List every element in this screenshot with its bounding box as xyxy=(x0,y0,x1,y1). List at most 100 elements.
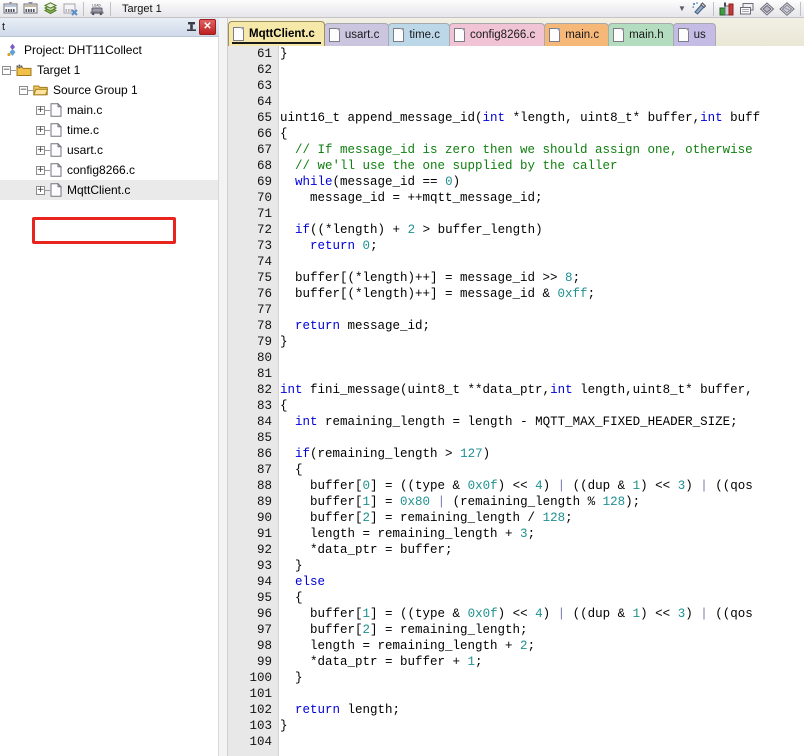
chevron-down-icon[interactable]: ▼ xyxy=(674,1,690,16)
code-line[interactable]: 80 xyxy=(228,350,804,366)
editor-tab-config8266-c[interactable]: config8266.c xyxy=(449,23,546,46)
code-line[interactable]: 74 xyxy=(228,254,804,270)
line-number: 64 xyxy=(228,94,276,110)
code-line-text: buffer[1] = ((type & 0x0f) << 4) | ((dup… xyxy=(280,607,753,621)
code-line[interactable]: 92 *data_ptr = buffer; xyxy=(228,542,804,558)
code-line[interactable]: 83 { xyxy=(228,398,804,414)
tree-item-main-c[interactable]: + main.c xyxy=(0,100,218,120)
code-line[interactable]: 67 // If message_id is zero then we shou… xyxy=(228,142,804,158)
code-line[interactable]: 87 { xyxy=(228,462,804,478)
svg-text:LOAD: LOAD xyxy=(92,3,101,7)
build-icon[interactable] xyxy=(0,0,20,17)
manage-run-time-icon[interactable] xyxy=(757,0,777,17)
tree-item-time-c[interactable]: + time.c xyxy=(0,120,218,140)
code-line-text: int remaining_length = length - MQTT_MAX… xyxy=(295,415,738,429)
code-line[interactable]: 98 length = remaining_length + 2; xyxy=(228,638,804,654)
editor-tab-usart-c[interactable]: usart.c xyxy=(323,23,390,46)
code-line[interactable]: 70 message_id = ++mqtt_message_id; xyxy=(228,190,804,206)
code-line[interactable]: 69 while(message_id == 0) xyxy=(228,174,804,190)
code-line-text: message_id = ++mqtt_message_id; xyxy=(280,191,543,205)
code-line[interactable]: 63 xyxy=(228,78,804,94)
code-line-text: length = remaining_length + 3; xyxy=(280,527,536,541)
stop-build-icon[interactable] xyxy=(60,0,80,17)
editor-tab-main-h[interactable]: main.h xyxy=(608,23,674,46)
code-line[interactable]: 88 buffer[0] = ((type & 0x0f) << 4) | ((… xyxy=(228,478,804,494)
expander-collapse-icon[interactable]: − xyxy=(19,85,28,95)
line-number: 89 xyxy=(228,494,276,510)
code-line[interactable]: 102 return length; xyxy=(228,702,804,718)
code-line[interactable]: 68 // we'll use the one supplied by the … xyxy=(228,158,804,174)
code-line[interactable]: 90 buffer[2] = remaining_length / 128; xyxy=(228,510,804,526)
code-line[interactable]: 95 { xyxy=(228,590,804,606)
code-view[interactable]: 61} 62 63 64 65 uint16_t append_message_id(in… xyxy=(228,46,804,756)
expander-expand-icon[interactable]: + xyxy=(36,105,45,115)
code-line[interactable]: 66 { xyxy=(228,126,804,142)
tree-item-source-group[interactable]: − Source Group 1 xyxy=(0,80,218,100)
editor-tab-label: main.h xyxy=(629,29,664,41)
code-line[interactable]: 64 xyxy=(228,94,804,110)
code-line[interactable]: 72 if((*length) + 2 > buffer_length) xyxy=(228,222,804,238)
code-line[interactable]: 71 xyxy=(228,206,804,222)
close-icon[interactable]: ✕ xyxy=(199,19,216,35)
active-tab-underline xyxy=(232,42,321,44)
batch-build-icon[interactable] xyxy=(40,0,60,17)
code-line[interactable]: 85 xyxy=(228,430,804,446)
code-line[interactable]: 97 buffer[2] = remaining_length; xyxy=(228,622,804,638)
code-line[interactable]: 91 length = remaining_length + 3; xyxy=(228,526,804,542)
code-line[interactable]: 89 buffer[1] = 0x80 | (remaining_length … xyxy=(228,494,804,510)
code-line[interactable]: 81 xyxy=(228,366,804,382)
pin-icon[interactable] xyxy=(183,19,199,35)
code-line-text: { xyxy=(280,399,288,413)
line-number: 77 xyxy=(228,302,276,318)
editor-tab-us[interactable]: us xyxy=(672,23,716,46)
code-line[interactable]: 84 int remaining_length = length - MQTT_… xyxy=(228,414,804,430)
code-line-text: buffer[2] = remaining_length / 128; xyxy=(280,511,573,525)
code-line[interactable]: 61} xyxy=(228,46,804,62)
code-line[interactable]: 77 xyxy=(228,302,804,318)
multi-project-icon[interactable] xyxy=(777,0,797,17)
code-line[interactable]: 100 } xyxy=(228,670,804,686)
expander-expand-icon[interactable]: + xyxy=(36,145,45,155)
tree-item-target[interactable]: − Target 1 xyxy=(0,60,218,80)
pane-splitter[interactable] xyxy=(219,18,228,756)
tree-item-label: config8266.c xyxy=(67,163,136,177)
line-number: 103 xyxy=(228,718,276,734)
code-line[interactable]: 78 return message_id; xyxy=(228,318,804,334)
download-icon[interactable]: LOAD xyxy=(87,0,107,17)
code-line[interactable]: 104 xyxy=(228,734,804,750)
rebuild-icon[interactable] xyxy=(20,0,40,17)
expander-expand-icon[interactable]: + xyxy=(36,165,45,175)
line-number: 91 xyxy=(228,526,276,542)
code-line[interactable]: 75 buffer[(*length)++] = message_id >> 8… xyxy=(228,270,804,286)
tree-item-mqttclient-c[interactable]: + MqttClient.c xyxy=(0,180,218,200)
target-options-icon[interactable] xyxy=(690,0,710,17)
code-line[interactable]: 99 *data_ptr = buffer + 1; xyxy=(228,654,804,670)
expander-expand-icon[interactable]: + xyxy=(36,125,45,135)
code-line-text: // If message_id is zero then we should … xyxy=(280,143,753,157)
code-line[interactable]: 79} xyxy=(228,334,804,350)
code-line[interactable]: 82 int fini_message(uint8_t **data_ptr,in… xyxy=(228,382,804,398)
tree-item-config8266-c[interactable]: + config8266.c xyxy=(0,160,218,180)
editor-tab-time-c[interactable]: time.c xyxy=(388,23,450,46)
manage-project-items-icon[interactable] xyxy=(717,0,737,17)
code-line[interactable]: 94 else xyxy=(228,574,804,590)
target-selector[interactable]: Target 1 xyxy=(118,1,212,16)
code-line[interactable]: 76 buffer[(*length)++] = message_id & 0x… xyxy=(228,286,804,302)
tree-item-project[interactable]: Project: DHT11Collect xyxy=(0,40,218,60)
code-line-text: } xyxy=(280,559,303,573)
expander-expand-icon[interactable]: + xyxy=(36,185,45,195)
code-line[interactable]: 65 uint16_t append_message_id(int *length… xyxy=(228,110,804,126)
code-line[interactable]: 96 buffer[1] = ((type & 0x0f) << 4) | ((… xyxy=(228,606,804,622)
code-line[interactable]: 93 } xyxy=(228,558,804,574)
code-line[interactable]: 101 xyxy=(228,686,804,702)
project-icon xyxy=(6,43,19,57)
code-line[interactable]: 86 if(remaining_length > 127) xyxy=(228,446,804,462)
tree-item-usart-c[interactable]: + usart.c xyxy=(0,140,218,160)
code-line[interactable]: 62 xyxy=(228,62,804,78)
code-line[interactable]: 73 return 0; xyxy=(228,238,804,254)
pack-installer-icon[interactable] xyxy=(737,0,757,17)
code-line[interactable]: 103} xyxy=(228,718,804,734)
expander-collapse-icon[interactable]: − xyxy=(2,65,11,75)
editor-tab-main-c[interactable]: main.c xyxy=(544,23,610,46)
editor-tab-mqttclient-c[interactable]: MqttClient.c xyxy=(228,21,325,46)
